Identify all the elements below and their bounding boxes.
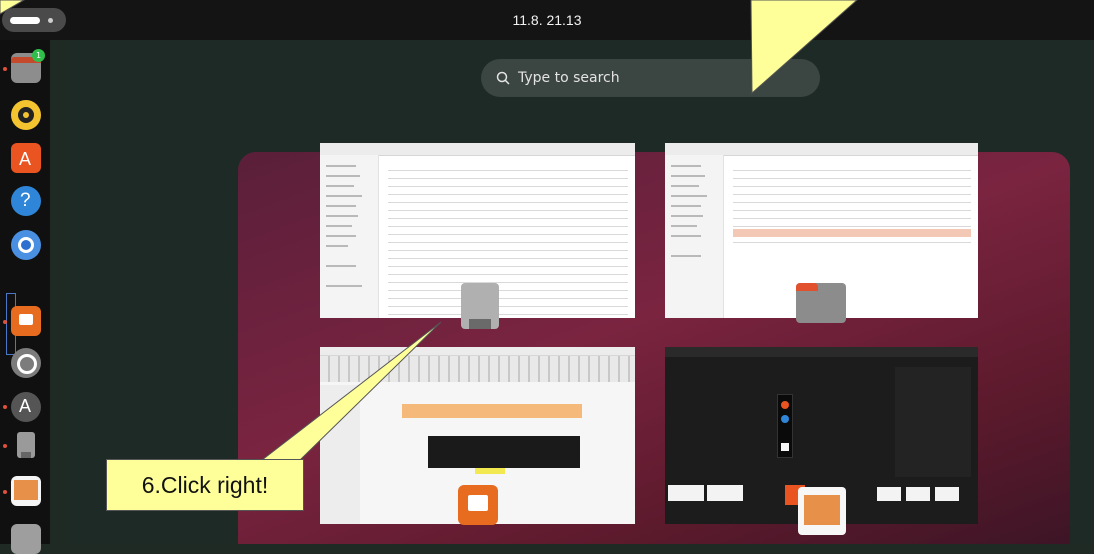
callout-arrow-top	[750, 0, 858, 95]
callout-label: 6.Click right!	[106, 459, 304, 511]
callout-arrow-top-left	[0, 0, 25, 15]
callout-arrow-bottom	[260, 321, 442, 461]
